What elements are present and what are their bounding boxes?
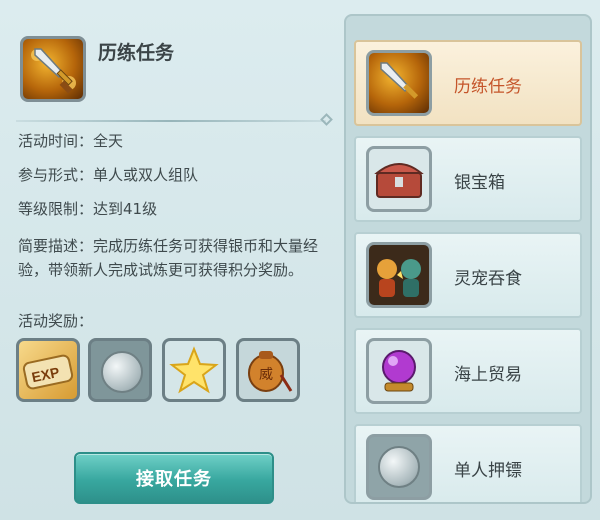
- divider-ornament: [320, 113, 333, 126]
- exp-scroll-icon[interactable]: EXP: [16, 338, 80, 402]
- bag-text: 威: [259, 367, 273, 383]
- activity-label: 单人押镖: [454, 461, 522, 481]
- prestige-bag-icon[interactable]: 威: [236, 338, 300, 402]
- participation-form-label: 参与形式：: [18, 166, 94, 184]
- participation-form: 参与形式：单人或双人组队: [18, 164, 198, 185]
- silver-coin-icon[interactable]: [88, 338, 152, 402]
- activity-item-solo-escort[interactable]: 单人押镖: [354, 424, 582, 502]
- treasure-chest-icon: [366, 146, 432, 212]
- coin-disc: [378, 446, 420, 488]
- accept-task-button[interactable]: 接取任务: [74, 452, 274, 504]
- activity-item-silver-chest[interactable]: 银宝箱: [354, 136, 582, 222]
- activity-item-training[interactable]: 历练任务: [354, 40, 582, 126]
- level-limit: 等级限制：达到41级: [18, 198, 157, 219]
- description-label: 简要描述：: [18, 237, 94, 255]
- activity-item-pet-devour[interactable]: 灵宠吞食: [354, 232, 582, 318]
- activity-list: 历练任务 银宝箱 灵宠吞食 海上贸易 单人押镖: [344, 14, 592, 504]
- divider: [16, 120, 326, 122]
- sword-icon: [366, 50, 432, 116]
- level-limit-label: 等级限制：: [18, 200, 94, 218]
- task-title: 历练任务: [98, 42, 175, 64]
- pet-icon: [366, 242, 432, 308]
- activity-label: 灵宠吞食: [454, 269, 522, 289]
- sword-icon: [20, 36, 86, 102]
- level-limit-value: 达到41级: [93, 200, 158, 218]
- activity-time-value: 全天: [93, 132, 124, 150]
- star-icon[interactable]: [162, 338, 226, 402]
- crystal-ball-icon: [366, 338, 432, 404]
- task-detail-panel: 历练任务 活动时间：全天 参与形式：单人或双人组队 等级限制：达到41级 简要描…: [10, 14, 338, 514]
- silver-coin-icon: [366, 434, 432, 500]
- coin-disc: [101, 351, 143, 393]
- activity-time: 活动时间：全天: [18, 130, 123, 151]
- task-description: 简要描述：完成历练任务可获得银币和大量经验，带领新人完成试炼更可获得积分奖励。: [18, 234, 338, 282]
- activity-label: 银宝箱: [454, 173, 505, 193]
- activity-label: 海上贸易: [454, 365, 522, 385]
- activity-window: 历练任务 活动时间：全天 参与形式：单人或双人组队 等级限制：达到41级 简要描…: [0, 0, 600, 520]
- activity-item-sea-trade[interactable]: 海上贸易: [354, 328, 582, 414]
- rewards-label: 活动奖励：: [18, 312, 94, 330]
- participation-form-value: 单人或双人组队: [93, 166, 199, 184]
- activity-label: 历练任务: [454, 77, 522, 97]
- activity-time-label: 活动时间：: [18, 132, 94, 150]
